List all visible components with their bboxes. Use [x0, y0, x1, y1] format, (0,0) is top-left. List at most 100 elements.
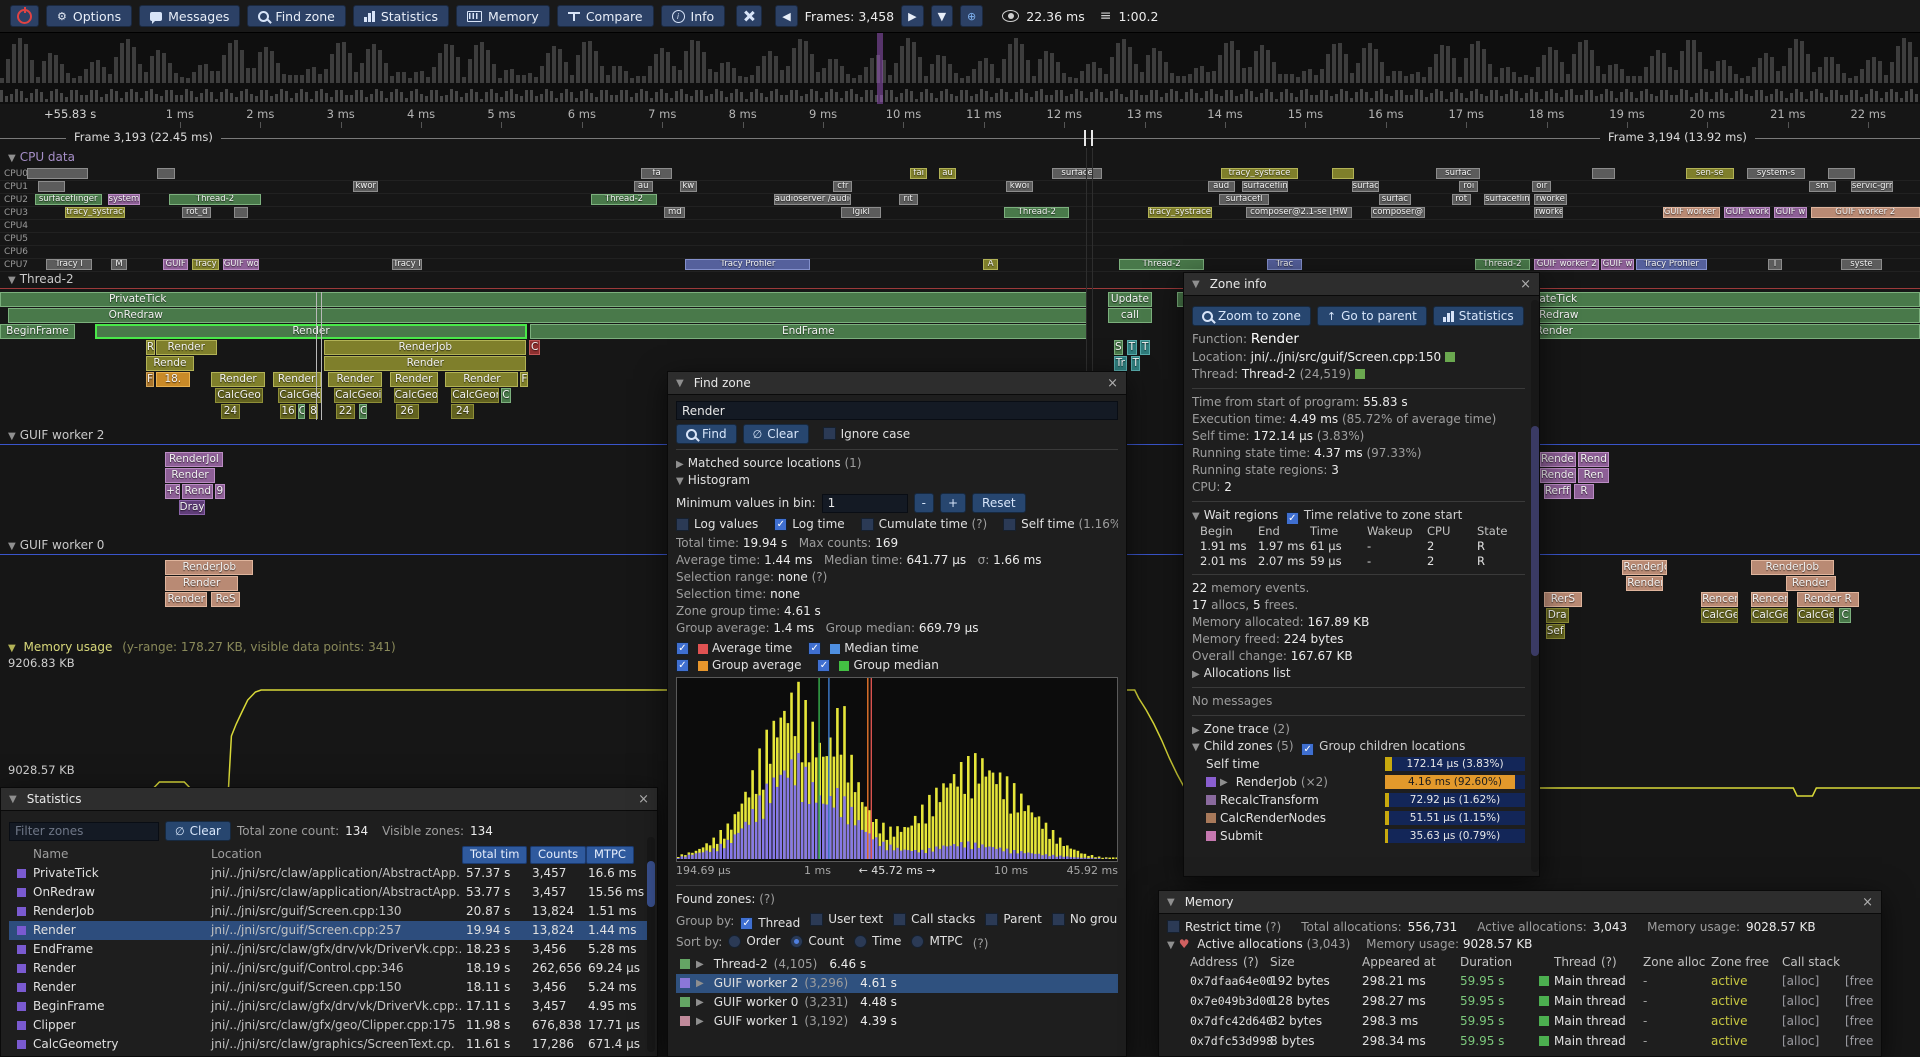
zone[interactable]: 18.	[156, 372, 191, 387]
column-header[interactable]: Zone alloc	[1643, 953, 1705, 971]
frame-bar[interactable]	[1806, 54, 1810, 83]
frame-bar[interactable]	[535, 96, 538, 102]
frame-bar[interactable]	[1915, 94, 1918, 102]
frame-bar[interactable]	[235, 97, 238, 102]
clear-filter-button[interactable]: ∅Clear	[165, 821, 231, 841]
frame-bar[interactable]	[1116, 43, 1120, 83]
sort-counts-button[interactable]: Counts	[530, 846, 586, 864]
table-row[interactable]: 0x7dfaa64e00192 bytes298.21 ms59.95 sMai…	[1167, 971, 1873, 991]
frame-bar[interactable]	[690, 40, 694, 83]
zone[interactable]: CalcGeor	[451, 388, 499, 403]
frame-bar[interactable]	[560, 93, 563, 103]
frame-bar[interactable]	[640, 89, 643, 102]
close-icon[interactable]: ×	[1107, 377, 1118, 390]
frame-bar[interactable]	[1542, 55, 1546, 83]
frame-bar[interactable]	[1896, 46, 1900, 83]
frame-bar[interactable]	[895, 97, 898, 102]
frame-bar[interactable]	[330, 97, 333, 102]
frame-bar[interactable]	[265, 90, 268, 102]
frame-bar[interactable]	[1230, 41, 1234, 83]
frame-bar[interactable]	[744, 77, 748, 83]
help-icon[interactable]: (?)	[973, 937, 989, 951]
groupby-option[interactable]: ✓Thread	[740, 916, 800, 930]
frame-bar[interactable]	[1374, 49, 1378, 83]
zone[interactable]: C	[529, 340, 541, 355]
frame-bar[interactable]	[1015, 92, 1018, 103]
frame-bar[interactable]	[1362, 48, 1366, 83]
frame-bar[interactable]	[980, 89, 983, 102]
frame-bar[interactable]	[1266, 50, 1270, 83]
frame-bar[interactable]	[760, 93, 763, 102]
frame-bar[interactable]	[1650, 56, 1654, 83]
frame-bar[interactable]	[305, 92, 308, 102]
frame-bar[interactable]	[36, 77, 40, 83]
frame-bar[interactable]	[1235, 96, 1238, 102]
frame-bar[interactable]	[30, 93, 33, 102]
cpu-zone[interactable]: GUIF	[163, 259, 188, 270]
window-titlebar[interactable]: ▼ Find zone ×	[668, 372, 1126, 395]
sort-total-time-button[interactable]: Total tim	[462, 846, 527, 864]
cpu-zone[interactable]: rot_d	[182, 207, 211, 218]
checkbox[interactable]: ✓	[740, 917, 753, 930]
zone[interactable]: Ren	[1578, 468, 1609, 483]
frame-bar[interactable]	[1695, 93, 1698, 102]
frame-bar[interactable]	[405, 98, 408, 102]
cpu-zone[interactable]: surfacefling	[1242, 181, 1288, 192]
frame-bar[interactable]	[720, 63, 724, 84]
frame-bar[interactable]	[1205, 91, 1208, 102]
frame-bar[interactable]	[1090, 92, 1093, 102]
thread-name[interactable]: Thread-2	[1242, 367, 1296, 381]
frame-bar[interactable]	[1505, 94, 1508, 102]
frame-bar[interactable]	[150, 56, 154, 83]
frame-bar[interactable]	[246, 68, 250, 83]
frame-bar[interactable]	[595, 97, 598, 102]
zone[interactable]: Rencer	[1751, 592, 1787, 607]
window-titlebar[interactable]: ▼ Memory ×	[1159, 891, 1881, 914]
frame-bar[interactable]	[1620, 69, 1624, 83]
frame-bar[interactable]	[1195, 93, 1198, 102]
frame-bar[interactable]	[665, 93, 668, 103]
frame-bar[interactable]	[15, 89, 18, 102]
zone[interactable]: Rencer	[1701, 592, 1737, 607]
sort-mtpc-button[interactable]: MTPC	[586, 846, 634, 864]
frame-bar[interactable]	[1895, 92, 1898, 102]
column-header[interactable]: Duration	[1460, 953, 1512, 971]
frame-bar[interactable]	[576, 55, 580, 83]
frame-bar[interactable]	[1248, 67, 1252, 83]
frame-bar[interactable]	[1020, 89, 1023, 102]
frame-bar[interactable]	[888, 75, 892, 83]
frame-bar[interactable]	[1314, 75, 1318, 83]
cpu-zone[interactable]	[1592, 168, 1615, 179]
frame-bar[interactable]	[1670, 95, 1673, 102]
frame-bar[interactable]	[1230, 90, 1233, 102]
frame-bar[interactable]	[345, 95, 348, 102]
frame-bar[interactable]	[700, 90, 703, 102]
cpu-zone[interactable]: Thread-2	[1004, 207, 1069, 218]
cpu-zone[interactable]: composer@2.1-se [HW	[1246, 207, 1352, 218]
child-zone-row[interactable]: RecalcTransform72.92 μs (1.62%)	[1192, 791, 1525, 809]
frame-bar[interactable]	[642, 76, 646, 83]
frame-bar[interactable]	[620, 90, 623, 103]
frame-bar[interactable]	[1225, 90, 1228, 102]
search-input[interactable]	[676, 401, 1118, 420]
frame-bar[interactable]	[1170, 73, 1174, 83]
table-row[interactable]: 0x7dfc42d64032 bytes298.3 ms59.95 sMain …	[1167, 1011, 1873, 1031]
frame-bar[interactable]	[1030, 97, 1033, 102]
frame-bar[interactable]	[45, 99, 48, 103]
frame-bar[interactable]	[350, 95, 353, 102]
zone[interactable]: C	[298, 404, 306, 419]
frames-overview[interactable]	[0, 33, 1920, 105]
frame-bar[interactable]	[280, 89, 283, 102]
frame-bar[interactable]	[1560, 97, 1563, 102]
frame-bar[interactable]	[1050, 95, 1053, 102]
frame-bar[interactable]	[750, 75, 754, 83]
frame-bar[interactable]	[180, 95, 183, 103]
frame-bar[interactable]	[60, 93, 63, 102]
frame-bar[interactable]	[1086, 64, 1090, 83]
zone[interactable]: 9	[215, 484, 225, 499]
frame-bar[interactable]	[1820, 93, 1823, 102]
goto-frame-button[interactable]: ⊕	[960, 5, 983, 27]
frame-bar[interactable]	[1662, 53, 1666, 83]
frame-bar[interactable]	[606, 75, 610, 83]
frame-bar[interactable]	[720, 91, 723, 102]
